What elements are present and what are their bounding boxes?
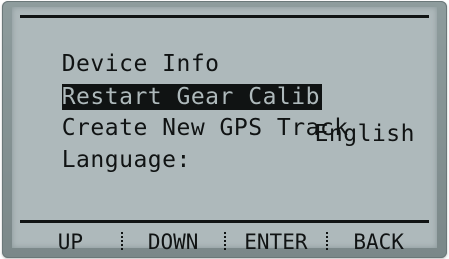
menu-item-create-gps-track[interactable]: Create New GPS Track: [33, 89, 349, 141]
back-softkey[interactable]: BACK: [328, 230, 429, 254]
up-softkey[interactable]: UP: [20, 230, 121, 254]
menu-item-label: Language:: [61, 147, 191, 173]
softkey-bar: UP DOWN ENTER BACK: [20, 229, 429, 255]
menu-item-device-info[interactable]: Device Info: [33, 25, 220, 77]
menu-item-restart-gear-calib[interactable]: Restart Gear Calib: [33, 58, 322, 110]
top-divider: [20, 15, 429, 18]
down-softkey[interactable]: DOWN: [123, 230, 224, 254]
bottom-divider: [20, 220, 429, 223]
language-value: English: [314, 121, 415, 147]
menu-item-language[interactable]: Language:: [33, 121, 191, 173]
enter-softkey[interactable]: ENTER: [226, 230, 327, 254]
